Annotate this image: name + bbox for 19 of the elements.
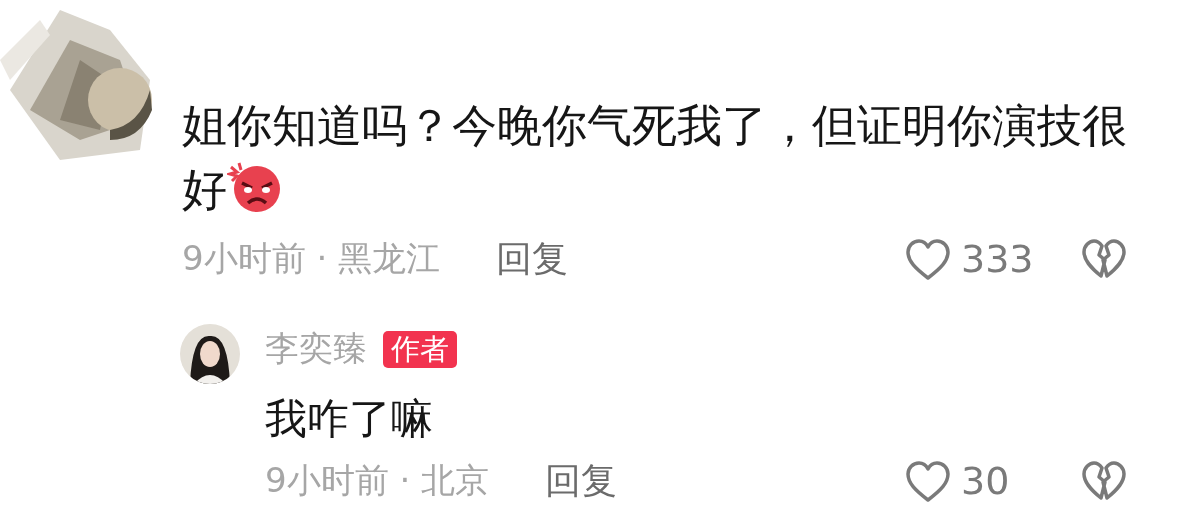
broken-heart-icon [1081,459,1127,503]
reply-button[interactable]: 回复 [545,456,618,506]
reply-button[interactable]: 回复 [496,234,569,284]
like-count: 333 [961,237,1035,281]
broken-heart-icon [1081,237,1127,281]
like-count: 30 [961,459,1011,503]
author-name: 李奕臻 [265,327,367,370]
author-badge: 作者 [383,330,457,368]
dislike-button[interactable] [1081,459,1127,503]
heart-icon [905,459,951,503]
like-button[interactable] [905,237,951,281]
like-button[interactable] [905,459,951,503]
heart-icon [905,237,951,281]
avatar [180,324,240,384]
reply-text: 我咋了嘛 [265,393,434,445]
comment-text: 姐你知道吗？今晚你气死我了，但证明你演技很好 [182,98,1128,218]
comment-meta: 9小时前 · 黑龙江 [182,237,441,280]
dislike-button[interactable] [1081,237,1127,281]
comment-meta: 9小时前 · 北京 [265,459,490,502]
